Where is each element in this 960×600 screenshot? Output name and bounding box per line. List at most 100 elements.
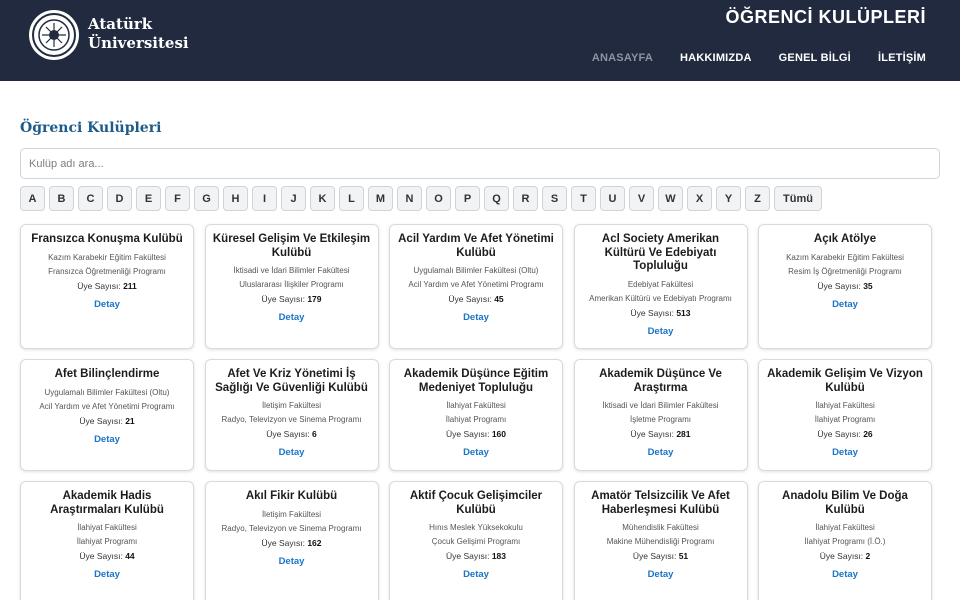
nav-home[interactable]: ANASAYFA	[592, 52, 653, 64]
letter-filter: A B C D E F G H I J K L M N O P Q R S T U V W X Y Z Tümü	[20, 186, 822, 211]
letter-filter-button[interactable]: T	[571, 186, 596, 211]
letter-filter-button[interactable]: M	[368, 186, 393, 211]
member-count-value: 51	[678, 551, 689, 561]
club-detail-link[interactable]: Detay	[279, 447, 305, 458]
club-card: Akademik Hadis Araştırmaları Kulübü İlahi…	[20, 481, 194, 600]
letter-filter-button[interactable]: E	[136, 186, 161, 211]
club-detail-link[interactable]: Detay	[832, 447, 858, 458]
club-detail-link[interactable]: Detay	[832, 299, 858, 310]
letter-filter-button[interactable]: L	[339, 186, 364, 211]
club-program: Acil Yardım ve Afet Yönetimi Programı	[39, 401, 175, 411]
search-input[interactable]	[20, 148, 940, 179]
club-faculty: İktisadi ve İdari Bilimler Fakültesi	[233, 266, 350, 275]
club-detail-link[interactable]: Detay	[94, 299, 120, 310]
club-detail-link[interactable]: Detay	[648, 326, 674, 337]
letter-filter-button[interactable]: W	[658, 186, 683, 211]
letter-filter-button[interactable]: C	[78, 186, 103, 211]
club-detail-link[interactable]: Detay	[648, 447, 674, 458]
club-detail-link[interactable]: Detay	[463, 569, 489, 580]
letter-filter-button[interactable]: R	[513, 186, 538, 211]
club-card: Aktif Çocuk Gelişimciler Kulübü Hınıs Mes…	[389, 481, 563, 600]
club-card: Acil Yardım Ve Afet Yönetimi Kulübü Uygul…	[389, 224, 563, 349]
club-detail-link[interactable]: Detay	[279, 312, 305, 323]
letter-filter-button[interactable]: S	[542, 186, 567, 211]
letter-filter-button[interactable]: K	[310, 186, 335, 211]
club-program: İşletme Programı	[630, 415, 691, 424]
club-faculty: İlahiyat Fakültesi	[815, 401, 875, 410]
member-count-value: 2	[865, 551, 871, 561]
club-program: Radyo, Televizyon ve Sinema Programı	[221, 415, 362, 424]
member-count-label: Üye Sayısı:	[632, 551, 677, 561]
member-count-value: 45	[494, 294, 504, 304]
club-program: Radyo, Televizyon ve Sinema Programı	[221, 523, 362, 533]
club-member-count: Üye Sayısı: 211	[27, 279, 187, 293]
member-count-label: Üye Sayısı:	[448, 294, 492, 304]
letter-filter-button[interactable]: A	[20, 186, 45, 211]
club-name: Anadolu Bilim Ve Doğa Kulübü	[782, 490, 908, 516]
club-member-count: Üye Sayısı: 51	[581, 549, 741, 563]
university-name[interactable]: Atatürk Üniversitesi	[88, 15, 189, 53]
club-detail-link[interactable]: Detay	[279, 556, 305, 567]
club-faculty: İlahiyat Fakültesi	[815, 523, 875, 532]
club-name: Acl Society Amerikan Kültürü Ve Edebiyat…	[601, 233, 720, 272]
club-faculty: Mühendislik Fakültesi	[622, 523, 699, 532]
letter-filter-button[interactable]: G	[194, 186, 219, 211]
letter-filter-button[interactable]: D	[107, 186, 132, 211]
club-detail-link[interactable]: Detay	[94, 434, 120, 445]
club-program: Makine Mühendisliği Programı	[606, 537, 715, 546]
club-program: Acil Yardım ve Afet Yönetimi Programı	[408, 280, 544, 289]
letter-filter-button[interactable]: O	[426, 186, 451, 211]
letter-filter-button[interactable]: Q	[484, 186, 509, 211]
club-name: Akademik Gelişim Ve Vizyon Kulübü	[767, 368, 923, 394]
club-detail-link[interactable]: Detay	[463, 312, 489, 323]
logo-emblem-icon	[32, 13, 76, 57]
club-member-count: Üye Sayısı: 281	[581, 427, 741, 441]
club-program: Uluslararası İlişkiler Programı	[239, 280, 344, 289]
nav-contact[interactable]: İLETİŞİM	[878, 52, 926, 64]
club-name: Afet Ve Kriz Yönetimi İş Sağlığı Ve Güve…	[215, 368, 368, 394]
university-name-line-1: Atatürk	[88, 15, 153, 33]
letter-filter-button[interactable]: U	[600, 186, 625, 211]
member-count-label: Üye Sayısı:	[79, 415, 123, 426]
letter-filter-button[interactable]: F	[165, 186, 190, 211]
main-nav: ANASAYFA HAKKIMIZDA GENEL BİLGİ İLETİŞİM	[592, 52, 926, 64]
club-card: Akıl Fikir Kulübü İletişim Fakültesi Radyo…	[204, 481, 379, 600]
club-card: Akademik Düşünce Eğitim Medeniyet Toplul…	[389, 359, 563, 471]
club-detail-link[interactable]: Detay	[648, 569, 674, 580]
club-member-count: Üye Sayısı: 35	[765, 279, 925, 293]
member-count-label: Üye Sayısı:	[79, 551, 123, 561]
club-card: Fransızca Konuşma Kulübü Kazım Karabekir …	[20, 224, 194, 349]
nav-general-info[interactable]: GENEL BİLGİ	[779, 52, 851, 64]
club-detail-link[interactable]: Detay	[832, 569, 858, 580]
letter-filter-button[interactable]: Y	[716, 186, 741, 211]
member-count-value: 162	[307, 537, 322, 548]
letter-filter-all-button[interactable]: Tümü	[774, 186, 822, 211]
club-name: Akademik Hadis Araştırmaları Kulübü	[50, 490, 164, 516]
club-member-count: Üye Sayısı: 179	[212, 292, 372, 306]
letter-filter-button[interactable]: B	[49, 186, 74, 211]
nav-about[interactable]: HAKKIMIZDA	[680, 52, 752, 64]
letter-filter-button[interactable]: Z	[745, 186, 770, 211]
letter-filter-button[interactable]: N	[397, 186, 422, 211]
letter-filter-button[interactable]: V	[629, 186, 654, 211]
member-count-value: 6	[312, 429, 317, 439]
member-count-label: Üye Sayısı:	[77, 280, 121, 291]
letter-filter-button[interactable]: H	[223, 186, 248, 211]
member-count-label: Üye Sayısı:	[261, 537, 305, 548]
university-logo[interactable]	[29, 10, 79, 60]
club-member-count: Üye Sayısı: 6	[212, 427, 372, 441]
letter-filter-button[interactable]: J	[281, 186, 306, 211]
club-card: Afet Bilinçlendirme Uygulamalı Bilimler F…	[20, 359, 194, 471]
letter-filter-button[interactable]: I	[252, 186, 277, 211]
letter-filter-button[interactable]: X	[687, 186, 712, 211]
letter-filter-button[interactable]: P	[455, 186, 480, 211]
member-count-value: 183	[491, 551, 507, 561]
club-detail-link[interactable]: Detay	[463, 447, 489, 458]
club-faculty: Uygulamalı Bilimler Fakültesi (Oltu)	[413, 266, 539, 275]
club-name: Amatör Telsizcilik Ve Afet Haberleşmesi …	[591, 490, 730, 516]
member-count-value: 21	[125, 415, 135, 426]
club-member-count: Üye Sayısı: 160	[396, 427, 556, 441]
member-count-label: Üye Sayısı:	[630, 307, 674, 318]
club-detail-link[interactable]: Detay	[94, 569, 120, 580]
member-count-label: Üye Sayısı:	[819, 551, 864, 561]
